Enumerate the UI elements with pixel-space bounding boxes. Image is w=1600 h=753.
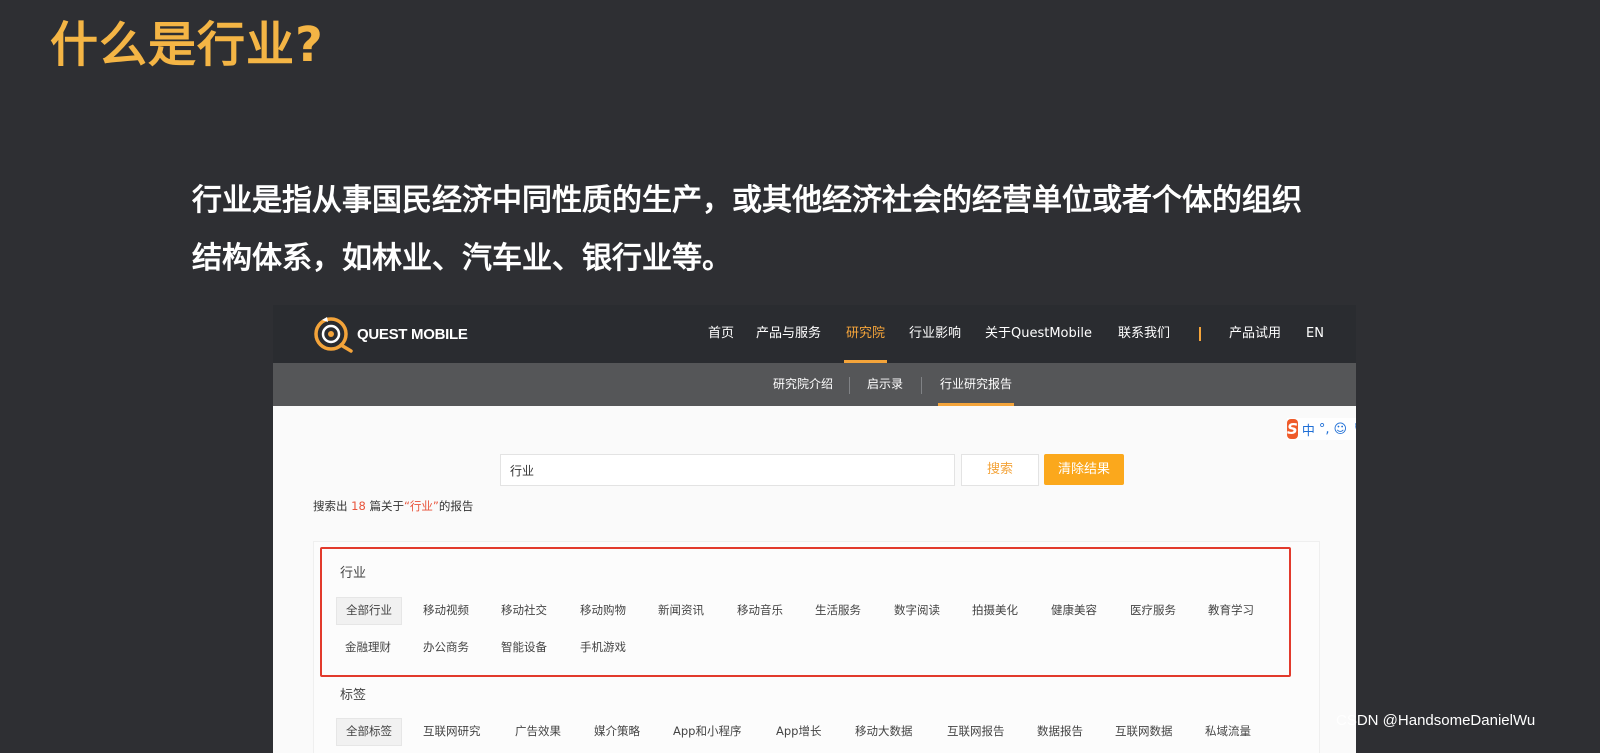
tag-chip[interactable]: 移动大数据: [846, 718, 922, 744]
active-indicator: [938, 403, 1015, 406]
subnav-item-label: 行业研究报告: [940, 377, 1013, 391]
slide-body: 行业是指从事国民经济中同性质的生产，或其他经济社会的经营单位或者个体的组织 结构…: [192, 172, 1432, 288]
logo[interactable]: QUEST MOBILE: [313, 315, 468, 353]
body-line: 结构体系，如林业、汽车业、银行业等。: [192, 241, 732, 276]
nav-item-research[interactable]: 研究院: [844, 305, 888, 363]
sub-navbar: 研究院介绍 启示录 行业研究报告: [273, 363, 1356, 406]
slide-title: 什么是行业?: [50, 17, 324, 73]
nav-item-impact[interactable]: 行业影响: [909, 305, 961, 363]
nav-item-trial[interactable]: 产品试用: [1229, 305, 1281, 363]
result-summary: 搜索出 18 篇关于“行业”的报告: [313, 498, 473, 514]
clear-results-button[interactable]: 清除结果: [1044, 454, 1124, 485]
search-input[interactable]: [500, 454, 955, 486]
result-middle: 篇关于: [369, 499, 404, 513]
tag-chip[interactable]: 互联网报告: [938, 718, 1014, 744]
tag-chip[interactable]: 数据报告: [1028, 718, 1092, 744]
ime-toolbar[interactable]: S 中 °, ☺ 🎙: [1287, 418, 1356, 440]
subnav-item-insights[interactable]: 启示录: [867, 363, 903, 406]
tag-group-title: 标签: [340, 688, 367, 703]
subnav-separator: [921, 377, 922, 394]
result-suffix: 的报告: [438, 499, 474, 513]
body-line: 行业是指从事国民经济中同性质的生产，或其他经济社会的经营单位或者个体的组织: [192, 183, 1302, 218]
emoji-icon[interactable]: ☺: [1333, 422, 1347, 437]
nav-separator: [1199, 327, 1201, 341]
subnav-separator: [849, 377, 850, 394]
nav-item-products[interactable]: 产品与服务: [756, 305, 821, 363]
tag-chip[interactable]: 媒介策略: [585, 718, 649, 744]
logo-text: QUEST MOBILE: [357, 325, 468, 343]
sogou-icon: S: [1287, 419, 1298, 439]
result-count: 18: [351, 499, 366, 513]
nav-item-home[interactable]: 首页: [708, 305, 734, 363]
nav-item-about[interactable]: 关于QuestMobile: [985, 305, 1092, 363]
result-keyword: “行业”: [403, 499, 439, 513]
top-navbar: QUEST MOBILE 首页 产品与服务 研究院 行业影响 关于QuestMo…: [273, 305, 1356, 363]
result-prefix: 搜索出: [313, 499, 348, 513]
tag-chip[interactable]: 全部标签: [336, 718, 402, 746]
tag-chip[interactable]: 广告效果: [506, 718, 570, 744]
tag-chip[interactable]: 私域流量: [1196, 718, 1260, 744]
watermark: CSDN @HandsomeDanielWu: [1336, 712, 1536, 729]
subnav-item-reports[interactable]: 行业研究报告: [938, 363, 1015, 406]
nav-item-en[interactable]: EN: [1306, 305, 1324, 363]
quest-mobile-logo-icon: [314, 317, 353, 353]
subnav-item-intro[interactable]: 研究院介绍: [773, 363, 833, 406]
nav-item-contact[interactable]: 联系我们: [1118, 305, 1170, 363]
tag-chip[interactable]: App增长: [767, 718, 830, 744]
search-button[interactable]: 搜索: [961, 454, 1039, 486]
website-screenshot: QUEST MOBILE 首页 产品与服务 研究院 行业影响 关于QuestMo…: [273, 305, 1356, 753]
punctuation-icon[interactable]: °,: [1319, 422, 1330, 437]
microphone-icon[interactable]: 🎙: [1351, 422, 1356, 437]
highlight-box: [320, 547, 1291, 677]
ime-mode-icon[interactable]: 中: [1302, 420, 1315, 439]
tag-chip[interactable]: 互联网数据: [1106, 718, 1182, 744]
tag-chip[interactable]: App和小程序: [664, 718, 750, 744]
tag-chip[interactable]: 互联网研究: [414, 718, 490, 744]
nav-item-label: 研究院: [846, 326, 886, 341]
